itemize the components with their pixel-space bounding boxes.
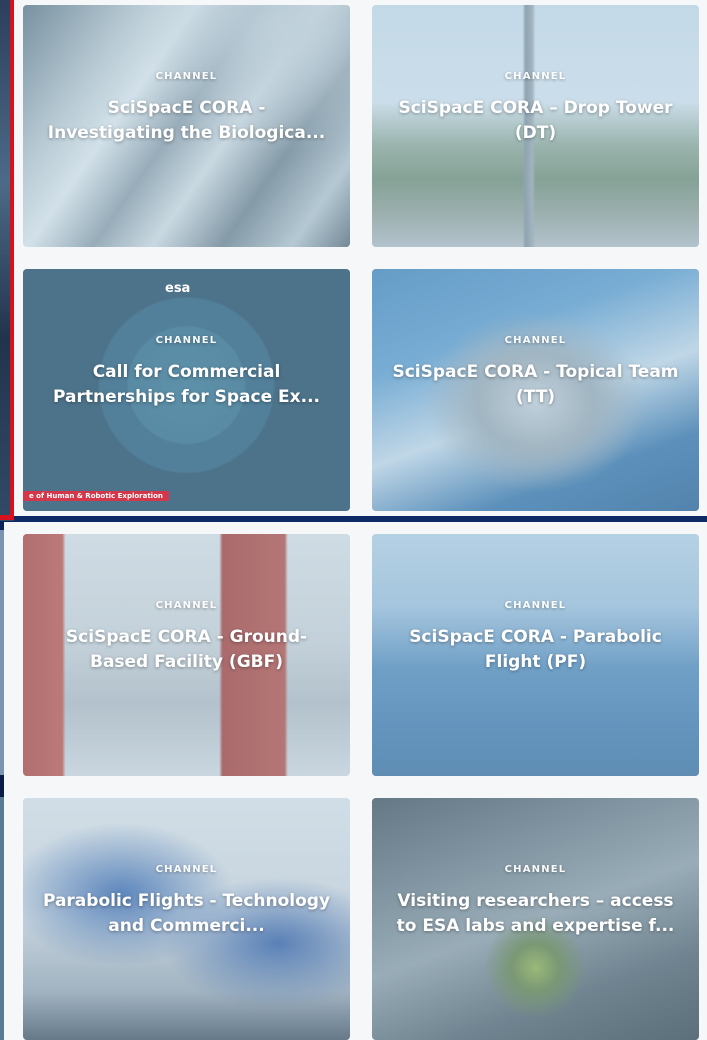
card-title: SciSpacE CORA - Parabolic Flight (PF) (409, 627, 662, 672)
section-divider (14, 516, 707, 522)
card-kicker: CHANNEL (155, 864, 218, 875)
card-title: SciSpacE CORA - Investigating the Biolog… (47, 98, 326, 143)
card-title: SciSpacE CORA – Drop Tower (DT) (398, 98, 673, 143)
left-edge-image-mid (0, 530, 4, 775)
channel-card-parabolic-flights-technology[interactable]: CHANNEL Parabolic Flights - Technology a… (23, 798, 350, 1040)
card-kicker: CHANNEL (155, 335, 218, 346)
channel-card-topical-team[interactable]: CHANNEL SciSpacE CORA - Topical Team (TT… (372, 269, 699, 511)
highlight-frame-bottom (0, 515, 14, 520)
channel-card-parabolic-flight[interactable]: CHANNEL SciSpacE CORA - Parabolic Flight… (372, 534, 699, 776)
card-kicker: CHANNEL (504, 864, 567, 875)
card-title: Visiting researchers – access to ESA lab… (396, 891, 675, 936)
card-title: SciSpacE CORA - Ground-Based Facility (G… (65, 627, 308, 672)
card-title: Call for Commercial Partnerships for Spa… (53, 362, 320, 407)
card-title: SciSpacE CORA - Topical Team (TT) (392, 362, 679, 407)
card-kicker: CHANNEL (504, 71, 567, 82)
card-badge: e of Human & Robotic Exploration (23, 491, 169, 501)
highlight-frame (10, 0, 14, 520)
channel-card-ground-based-facility[interactable]: CHANNEL SciSpacE CORA - Ground-Based Fac… (23, 534, 350, 776)
channel-card-commercial-partnerships[interactable]: esa e of Human & Robotic Exploration CHA… (23, 269, 350, 511)
esa-logo: esa (165, 281, 191, 296)
left-edge-image-bottom (0, 797, 4, 1040)
card-kicker: CHANNEL (504, 335, 567, 346)
channel-card-drop-tower[interactable]: CHANNEL SciSpacE CORA – Drop Tower (DT) (372, 5, 699, 247)
card-title: Parabolic Flights - Technology and Comme… (42, 891, 331, 936)
card-kicker: CHANNEL (155, 600, 218, 611)
channel-card-biological[interactable]: CHANNEL SciSpacE CORA - Investigating th… (23, 5, 350, 247)
channel-card-visiting-researchers[interactable]: CHANNEL Visiting researchers – access to… (372, 798, 699, 1040)
card-kicker: CHANNEL (504, 600, 567, 611)
card-kicker: CHANNEL (155, 71, 218, 82)
